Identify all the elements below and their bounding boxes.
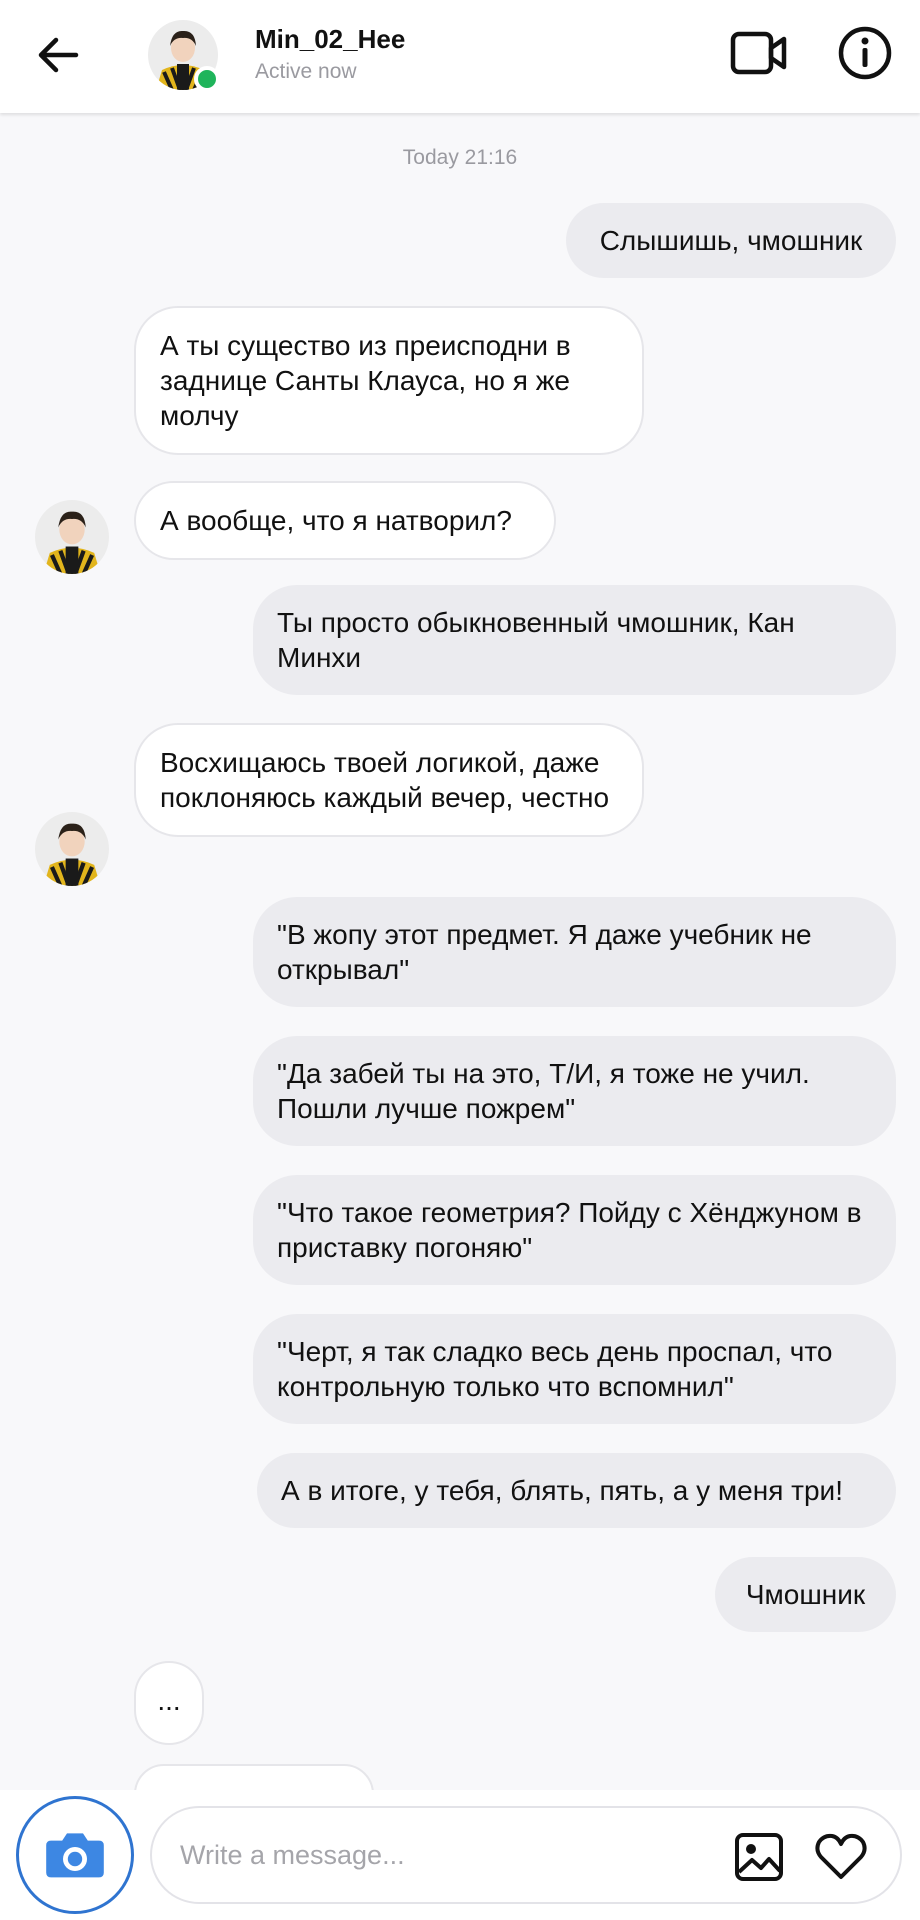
sender-avatar[interactable] [35,812,109,886]
arrow-left-icon [38,37,79,73]
like-button[interactable] [812,1828,870,1886]
image-icon [735,1833,783,1881]
video-camera-icon [730,31,787,75]
message-bubble-outgoing[interactable]: "Что такое геометрия? Пойду с Хёнджуном … [253,1175,896,1285]
heart-icon [815,1833,867,1879]
avatar-image [35,500,109,574]
message-bubble-incoming[interactable]: ... [134,1661,204,1745]
info-icon [838,26,892,80]
message-bubble-outgoing[interactable]: "Черт, я так сладко весь день проспал, ч… [253,1314,896,1424]
header-avatar[interactable] [148,20,220,92]
online-indicator [194,66,220,92]
sender-avatar[interactable] [35,500,109,574]
video-call-button[interactable] [728,22,790,84]
message-bubble-incoming[interactable]: Восхищаюсь твоей логикой, даже поклоняюс… [134,723,644,837]
activity-status: Active now [255,60,357,83]
message-bubble-outgoing[interactable]: "Да забей ты на это, Т/И, я тоже не учил… [253,1036,896,1146]
message-bubble-outgoing[interactable]: Ты просто обыкновенный чмошник, Кан Минх… [253,585,896,695]
message-input-wrapper [150,1806,902,1904]
chat-header: Min_02_Hee Active now [0,0,920,113]
message-bubble-outgoing[interactable]: "В жопу этот предмет. Я даже учебник не … [253,897,896,1007]
message-bubble-outgoing[interactable]: А в итоге, у тебя, блять, пять, а у меня… [257,1453,896,1528]
message-bubble-incoming[interactable]: А вообще, что я натворил? [134,481,556,560]
message-bubble-incoming[interactable]: А ты существо из преисподни в заднице Са… [134,306,644,455]
message-bubble-outgoing[interactable]: Чмошник [715,1557,896,1632]
username[interactable]: Min_02_Hee [255,24,405,55]
info-button[interactable] [834,22,896,84]
camera-button[interactable] [16,1796,134,1914]
chat-timestamp: Today 21:16 [402,146,518,169]
camera-icon [46,1833,104,1878]
avatar-image [35,812,109,886]
back-button[interactable] [30,30,86,80]
message-bubble-outgoing[interactable]: Слышишь, чмошник [566,203,896,278]
message-input[interactable] [180,1830,700,1880]
gallery-button[interactable] [732,1830,786,1884]
